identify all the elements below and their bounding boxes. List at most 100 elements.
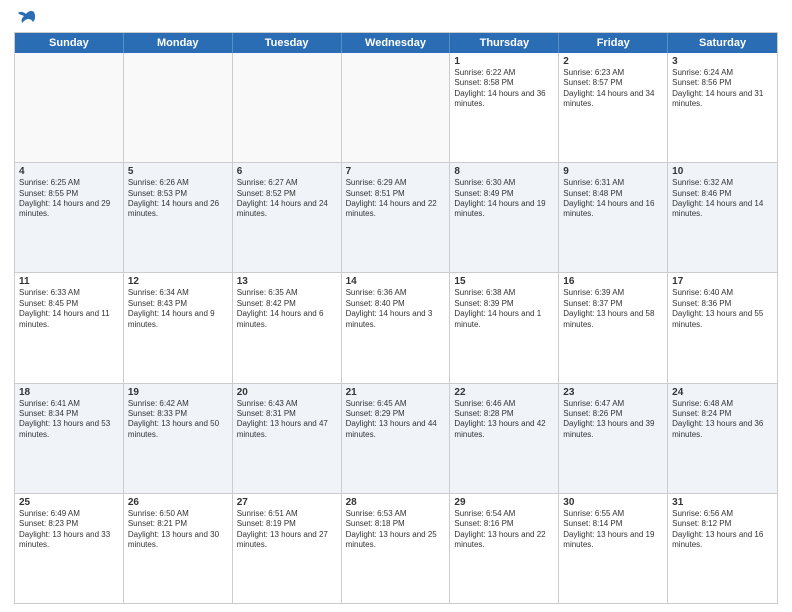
cell-date: 30: [563, 497, 663, 508]
cell-date: 17: [672, 276, 773, 287]
cell-content: Sunrise: 6:31 AM Sunset: 8:48 PM Dayligh…: [563, 178, 663, 220]
cell-content: Sunrise: 6:29 AM Sunset: 8:51 PM Dayligh…: [346, 178, 446, 220]
calendar-cell: 25Sunrise: 6:49 AM Sunset: 8:23 PM Dayli…: [15, 494, 124, 603]
day-header-saturday: Saturday: [668, 33, 777, 53]
calendar-cell: 2Sunrise: 6:23 AM Sunset: 8:57 PM Daylig…: [559, 53, 668, 162]
cell-date: 20: [237, 387, 337, 398]
cell-content: Sunrise: 6:54 AM Sunset: 8:16 PM Dayligh…: [454, 509, 554, 551]
day-header-wednesday: Wednesday: [342, 33, 451, 53]
cell-content: Sunrise: 6:34 AM Sunset: 8:43 PM Dayligh…: [128, 288, 228, 330]
calendar-cell: 23Sunrise: 6:47 AM Sunset: 8:26 PM Dayli…: [559, 384, 668, 493]
cell-content: Sunrise: 6:22 AM Sunset: 8:58 PM Dayligh…: [454, 68, 554, 110]
calendar-cell: 5Sunrise: 6:26 AM Sunset: 8:53 PM Daylig…: [124, 163, 233, 272]
cell-content: Sunrise: 6:48 AM Sunset: 8:24 PM Dayligh…: [672, 399, 773, 441]
calendar-cell: 22Sunrise: 6:46 AM Sunset: 8:28 PM Dayli…: [450, 384, 559, 493]
cell-content: Sunrise: 6:46 AM Sunset: 8:28 PM Dayligh…: [454, 399, 554, 441]
calendar-cell: 1Sunrise: 6:22 AM Sunset: 8:58 PM Daylig…: [450, 53, 559, 162]
day-header-friday: Friday: [559, 33, 668, 53]
cell-date: 14: [346, 276, 446, 287]
page: SundayMondayTuesdayWednesdayThursdayFrid…: [0, 0, 792, 612]
calendar-header: SundayMondayTuesdayWednesdayThursdayFrid…: [15, 33, 777, 53]
calendar-row: 11Sunrise: 6:33 AM Sunset: 8:45 PM Dayli…: [15, 273, 777, 383]
calendar-cell: 4Sunrise: 6:25 AM Sunset: 8:55 PM Daylig…: [15, 163, 124, 272]
calendar-cell: [124, 53, 233, 162]
calendar-cell: 26Sunrise: 6:50 AM Sunset: 8:21 PM Dayli…: [124, 494, 233, 603]
day-header-sunday: Sunday: [15, 33, 124, 53]
calendar-cell: 11Sunrise: 6:33 AM Sunset: 8:45 PM Dayli…: [15, 273, 124, 382]
cell-content: Sunrise: 6:25 AM Sunset: 8:55 PM Dayligh…: [19, 178, 119, 220]
cell-content: Sunrise: 6:39 AM Sunset: 8:37 PM Dayligh…: [563, 288, 663, 330]
calendar-cell: 16Sunrise: 6:39 AM Sunset: 8:37 PM Dayli…: [559, 273, 668, 382]
cell-date: 22: [454, 387, 554, 398]
calendar-cell: 27Sunrise: 6:51 AM Sunset: 8:19 PM Dayli…: [233, 494, 342, 603]
cell-date: 8: [454, 166, 554, 177]
cell-content: Sunrise: 6:27 AM Sunset: 8:52 PM Dayligh…: [237, 178, 337, 220]
cell-date: 5: [128, 166, 228, 177]
logo-bird-icon: [16, 10, 38, 28]
calendar-cell: 29Sunrise: 6:54 AM Sunset: 8:16 PM Dayli…: [450, 494, 559, 603]
calendar-cell: 28Sunrise: 6:53 AM Sunset: 8:18 PM Dayli…: [342, 494, 451, 603]
calendar-cell: 18Sunrise: 6:41 AM Sunset: 8:34 PM Dayli…: [15, 384, 124, 493]
cell-content: Sunrise: 6:53 AM Sunset: 8:18 PM Dayligh…: [346, 509, 446, 551]
cell-date: 2: [563, 56, 663, 67]
calendar-body: 1Sunrise: 6:22 AM Sunset: 8:58 PM Daylig…: [15, 53, 777, 603]
cell-date: 12: [128, 276, 228, 287]
cell-date: 29: [454, 497, 554, 508]
cell-date: 31: [672, 497, 773, 508]
cell-date: 13: [237, 276, 337, 287]
cell-date: 1: [454, 56, 554, 67]
cell-content: Sunrise: 6:55 AM Sunset: 8:14 PM Dayligh…: [563, 509, 663, 551]
cell-content: Sunrise: 6:42 AM Sunset: 8:33 PM Dayligh…: [128, 399, 228, 441]
cell-date: 18: [19, 387, 119, 398]
cell-content: Sunrise: 6:49 AM Sunset: 8:23 PM Dayligh…: [19, 509, 119, 551]
calendar-cell: 30Sunrise: 6:55 AM Sunset: 8:14 PM Dayli…: [559, 494, 668, 603]
cell-date: 27: [237, 497, 337, 508]
cell-date: 23: [563, 387, 663, 398]
logo: [14, 10, 38, 28]
cell-date: 11: [19, 276, 119, 287]
cell-date: 19: [128, 387, 228, 398]
cell-date: 3: [672, 56, 773, 67]
calendar-cell: 7Sunrise: 6:29 AM Sunset: 8:51 PM Daylig…: [342, 163, 451, 272]
cell-content: Sunrise: 6:40 AM Sunset: 8:36 PM Dayligh…: [672, 288, 773, 330]
cell-date: 15: [454, 276, 554, 287]
cell-date: 24: [672, 387, 773, 398]
calendar-cell: 15Sunrise: 6:38 AM Sunset: 8:39 PM Dayli…: [450, 273, 559, 382]
calendar-cell: 12Sunrise: 6:34 AM Sunset: 8:43 PM Dayli…: [124, 273, 233, 382]
calendar-cell: 8Sunrise: 6:30 AM Sunset: 8:49 PM Daylig…: [450, 163, 559, 272]
calendar-cell: 13Sunrise: 6:35 AM Sunset: 8:42 PM Dayli…: [233, 273, 342, 382]
calendar-cell: 24Sunrise: 6:48 AM Sunset: 8:24 PM Dayli…: [668, 384, 777, 493]
calendar-cell: 19Sunrise: 6:42 AM Sunset: 8:33 PM Dayli…: [124, 384, 233, 493]
calendar-cell: 9Sunrise: 6:31 AM Sunset: 8:48 PM Daylig…: [559, 163, 668, 272]
cell-date: 16: [563, 276, 663, 287]
cell-date: 25: [19, 497, 119, 508]
cell-date: 9: [563, 166, 663, 177]
calendar-cell: 21Sunrise: 6:45 AM Sunset: 8:29 PM Dayli…: [342, 384, 451, 493]
calendar-cell: 6Sunrise: 6:27 AM Sunset: 8:52 PM Daylig…: [233, 163, 342, 272]
cell-date: 28: [346, 497, 446, 508]
cell-date: 4: [19, 166, 119, 177]
day-header-tuesday: Tuesday: [233, 33, 342, 53]
calendar-row: 1Sunrise: 6:22 AM Sunset: 8:58 PM Daylig…: [15, 53, 777, 163]
cell-date: 10: [672, 166, 773, 177]
day-header-monday: Monday: [124, 33, 233, 53]
calendar-cell: 17Sunrise: 6:40 AM Sunset: 8:36 PM Dayli…: [668, 273, 777, 382]
cell-content: Sunrise: 6:38 AM Sunset: 8:39 PM Dayligh…: [454, 288, 554, 330]
calendar-row: 4Sunrise: 6:25 AM Sunset: 8:55 PM Daylig…: [15, 163, 777, 273]
cell-content: Sunrise: 6:41 AM Sunset: 8:34 PM Dayligh…: [19, 399, 119, 441]
cell-content: Sunrise: 6:30 AM Sunset: 8:49 PM Dayligh…: [454, 178, 554, 220]
cell-content: Sunrise: 6:32 AM Sunset: 8:46 PM Dayligh…: [672, 178, 773, 220]
cell-content: Sunrise: 6:45 AM Sunset: 8:29 PM Dayligh…: [346, 399, 446, 441]
cell-content: Sunrise: 6:36 AM Sunset: 8:40 PM Dayligh…: [346, 288, 446, 330]
calendar-cell: 10Sunrise: 6:32 AM Sunset: 8:46 PM Dayli…: [668, 163, 777, 272]
cell-date: 6: [237, 166, 337, 177]
cell-content: Sunrise: 6:56 AM Sunset: 8:12 PM Dayligh…: [672, 509, 773, 551]
calendar-cell: 3Sunrise: 6:24 AM Sunset: 8:56 PM Daylig…: [668, 53, 777, 162]
cell-content: Sunrise: 6:47 AM Sunset: 8:26 PM Dayligh…: [563, 399, 663, 441]
cell-content: Sunrise: 6:24 AM Sunset: 8:56 PM Dayligh…: [672, 68, 773, 110]
calendar-cell: 14Sunrise: 6:36 AM Sunset: 8:40 PM Dayli…: [342, 273, 451, 382]
cell-content: Sunrise: 6:33 AM Sunset: 8:45 PM Dayligh…: [19, 288, 119, 330]
calendar-cell: [233, 53, 342, 162]
cell-content: Sunrise: 6:26 AM Sunset: 8:53 PM Dayligh…: [128, 178, 228, 220]
cell-content: Sunrise: 6:35 AM Sunset: 8:42 PM Dayligh…: [237, 288, 337, 330]
